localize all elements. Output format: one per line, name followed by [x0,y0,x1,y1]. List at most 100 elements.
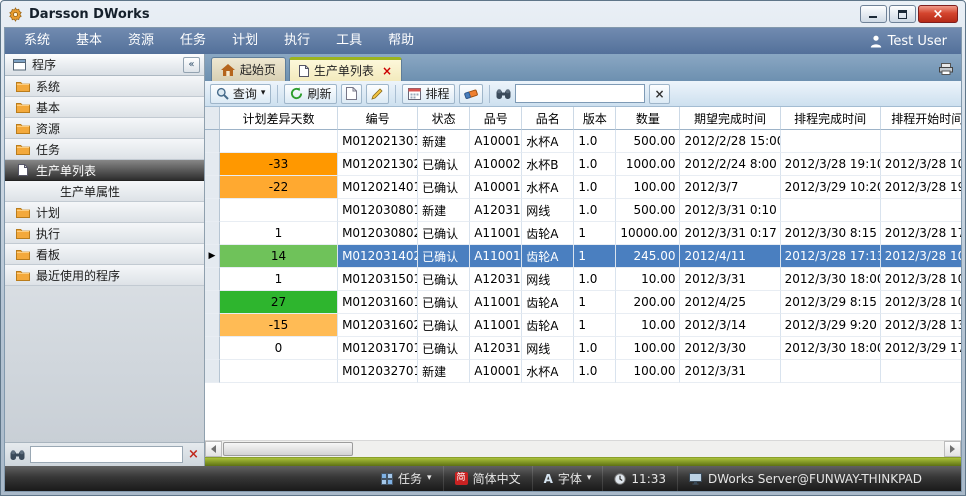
new-button[interactable] [341,84,362,104]
cell[interactable]: 1.0 [574,268,616,291]
menu-item-0[interactable]: 系统 [11,28,63,54]
cell[interactable]: 已确认 [418,153,470,176]
cell[interactable]: 网线 [522,199,574,222]
clear-search-icon[interactable]: × [188,448,199,461]
cell[interactable]: 水杯A [522,360,574,383]
cell[interactable]: M012031601 [338,291,418,314]
menu-item-2[interactable]: 资源 [115,28,167,54]
table-row[interactable]: 27M012031601已确认A11001齿轮A1200.002012/4/25… [205,291,961,314]
collapse-sidebar-button[interactable]: « [183,57,200,73]
cell[interactable]: 已确认 [418,245,470,268]
cell[interactable]: 2012/3/29 8:15 [781,291,881,314]
cell[interactable]: 1 [574,245,616,268]
cell[interactable]: 1 [220,268,338,291]
cell[interactable]: A12031 [470,268,522,291]
table-row[interactable]: -22M012021401已确认A10001水杯A1.0100.002012/3… [205,176,961,199]
cell[interactable] [781,360,881,383]
cell[interactable]: 1000.00 [616,153,680,176]
cell[interactable]: 500.00 [616,199,680,222]
sidebar-item-8[interactable]: 看板 [5,244,204,265]
cell[interactable]: 水杯B [522,153,574,176]
status-tasks[interactable]: 任务 ▾ [370,466,443,491]
status-font[interactable]: A 字体 ▾ [532,466,603,491]
column-header-1[interactable]: 编号 [338,107,418,130]
table-row[interactable]: 0M012031701已确认A12031网线1.0100.002012/3/30… [205,337,961,360]
table-row[interactable]: M012030801新建A12031网线1.0500.002012/3/31 0… [205,199,961,222]
cell[interactable]: 1.0 [574,199,616,222]
cell[interactable]: 100.00 [616,176,680,199]
cell[interactable]: 2012/3/28 17:13 [781,245,881,268]
cell[interactable]: 新建 [418,199,470,222]
user-info[interactable]: Test User [870,34,955,49]
column-header-9[interactable]: 排程开始时间 [881,107,961,130]
gear-app-icon[interactable] [8,7,23,22]
cell[interactable]: M012031501 [338,268,418,291]
cell[interactable]: 2012/3/14 [680,314,780,337]
cell[interactable]: 水杯A [522,176,574,199]
horizontal-scrollbar[interactable] [205,440,961,457]
cell[interactable] [220,360,338,383]
erase-button[interactable] [459,84,483,104]
cell[interactable]: 200.00 [616,291,680,314]
cell[interactable]: 2012/3/29 10:20 [781,176,881,199]
cell[interactable]: A11001 [470,314,522,337]
sidebar-item-4[interactable]: 生产单列表 [5,160,204,181]
cell[interactable]: 0 [220,337,338,360]
cell[interactable]: 14 [220,245,338,268]
cell[interactable]: 新建 [418,130,470,153]
cell[interactable]: 2012/3/28 10:52 [881,291,961,314]
table-row[interactable]: ▶14M012031402已确认A11001齿轮A1245.002012/4/1… [205,245,961,268]
cell[interactable]: 1 [574,314,616,337]
table-row[interactable]: 1M012030802已确认A11001齿轮A110000.002012/3/3… [205,222,961,245]
cell[interactable]: 1 [574,291,616,314]
table-row[interactable]: -33M012021302已确认A10002水杯B1.01000.002012/… [205,153,961,176]
sidebar-item-5[interactable]: 生产单属性 [5,181,204,202]
cell[interactable]: 27 [220,291,338,314]
cell[interactable]: 100.00 [616,337,680,360]
cell[interactable]: 2012/3/31 [680,360,780,383]
cell[interactable]: 10.00 [616,268,680,291]
query-button[interactable]: 查询 ▾ [210,84,272,104]
cell[interactable]: 2012/3/30 18:00 [781,268,881,291]
cell[interactable]: M012031402 [338,245,418,268]
cell[interactable]: M012032701 [338,360,418,383]
column-header-8[interactable]: 排程完成时间 [781,107,881,130]
cell[interactable]: 网线 [522,268,574,291]
cell[interactable] [881,360,961,383]
cell[interactable]: 已确认 [418,314,470,337]
cell[interactable] [881,130,961,153]
cell[interactable]: 2012/4/11 [680,245,780,268]
cell[interactable]: 1.0 [574,176,616,199]
cell[interactable]: 2012/3/30 18:00 [781,337,881,360]
cell[interactable]: 100.00 [616,360,680,383]
scroll-right-button[interactable] [944,441,961,457]
edit-button[interactable] [366,84,389,104]
close-button[interactable]: × [918,5,958,23]
column-header-0[interactable]: 计划差异天数 [220,107,338,130]
column-header-3[interactable]: 品号 [470,107,522,130]
column-header-6[interactable]: 数量 [616,107,680,130]
cell[interactable]: 齿轮A [522,291,574,314]
scrollbar-thumb[interactable] [223,442,353,456]
printer-icon[interactable] [939,63,953,75]
menu-item-1[interactable]: 基本 [63,28,115,54]
sidebar-item-6[interactable]: 计划 [5,202,204,223]
cell[interactable]: 2012/3/28 10:52 [881,268,961,291]
cell[interactable] [220,130,338,153]
minimize-button[interactable] [860,5,887,23]
menu-item-5[interactable]: 执行 [271,28,323,54]
cell[interactable]: 1.0 [574,337,616,360]
cell[interactable]: -15 [220,314,338,337]
cell[interactable]: 2012/3/30 [680,337,780,360]
cell[interactable]: 500.00 [616,130,680,153]
schedule-button[interactable]: 排程 [402,84,455,104]
cell[interactable]: A11001 [470,245,522,268]
scroll-left-button[interactable] [205,441,222,457]
cell[interactable]: 1.0 [574,360,616,383]
cell[interactable]: 齿轮A [522,222,574,245]
cell[interactable]: -33 [220,153,338,176]
table-row[interactable]: M012021301新建A10001水杯A1.0500.002012/2/28 … [205,130,961,153]
cell[interactable]: 已确认 [418,176,470,199]
cell[interactable]: 2012/4/25 [680,291,780,314]
cell[interactable]: M012031602 [338,314,418,337]
